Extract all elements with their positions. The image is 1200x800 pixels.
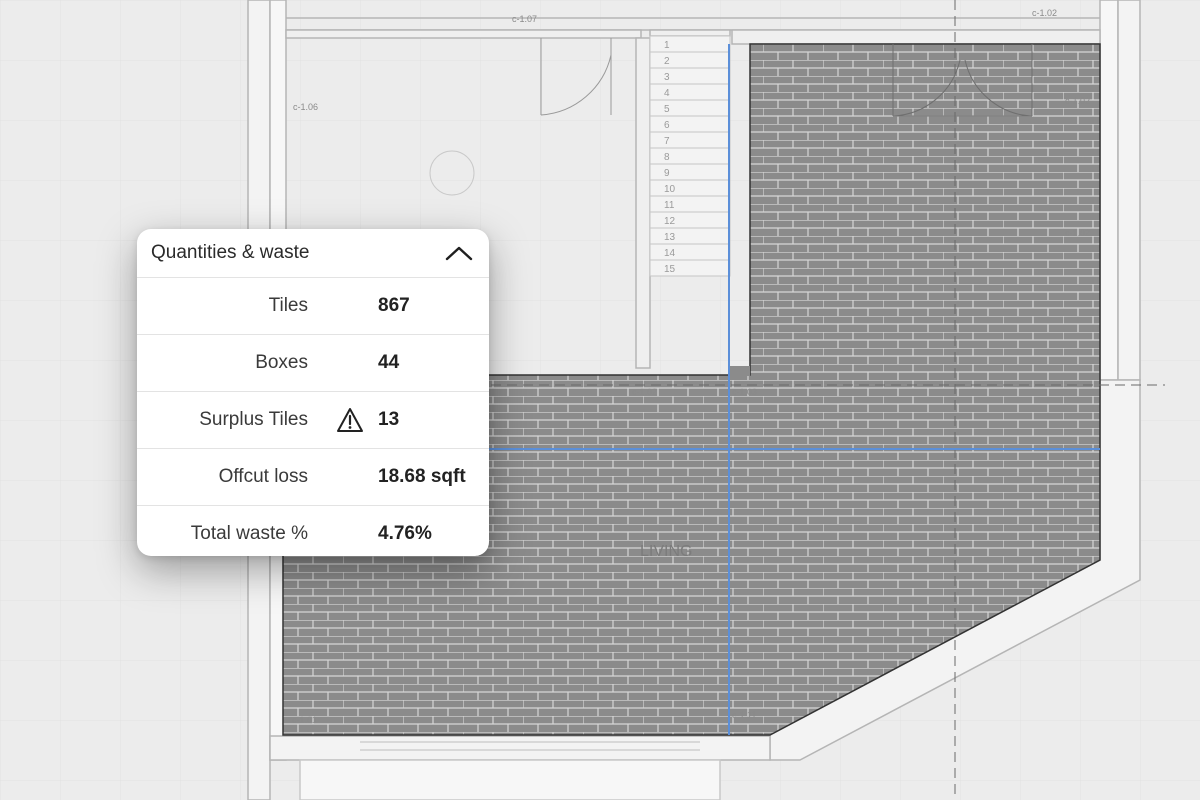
- stair-number: 1: [664, 40, 670, 51]
- room-label: LIVING: [640, 543, 692, 560]
- panel-header[interactable]: Quantities & waste: [137, 229, 489, 277]
- stair-number: 3: [664, 72, 670, 83]
- row-boxes: Boxes 44: [137, 334, 489, 391]
- wall-label: c-1.02: [632, 387, 657, 397]
- row-label: Surplus Tiles: [199, 409, 308, 430]
- wall-label: c-1.06: [293, 102, 318, 112]
- row-label: Tiles: [268, 295, 308, 316]
- wall-label: c-1.03: [732, 387, 757, 397]
- stairs: [649, 35, 731, 277]
- panel-title: Quantities & waste: [151, 242, 310, 263]
- stair-number: 4: [664, 88, 670, 99]
- wall-label: c-1.11: [732, 710, 756, 720]
- row-value: 18.68 sqft: [378, 466, 466, 487]
- wall-label: c-1.02: [1065, 228, 1090, 238]
- row-label: Offcut loss: [218, 466, 308, 487]
- row-label: Total waste %: [190, 523, 308, 544]
- row-total-waste: Total waste % 4.76%: [137, 505, 489, 556]
- collapse-panel-button[interactable]: [443, 239, 475, 267]
- stair-number: 13: [664, 232, 676, 243]
- wall-label: c-1.01: [292, 715, 317, 725]
- stair-number: 12: [664, 216, 676, 227]
- row-offcut-loss: Offcut loss 18.68 sqft: [137, 448, 489, 505]
- stair-number: 5: [664, 104, 670, 115]
- row-surplus-tiles: Surplus Tiles 13: [137, 391, 489, 448]
- stair-number: 2: [664, 56, 670, 67]
- chevron-up-icon: [445, 246, 473, 261]
- row-value: 867: [378, 295, 410, 316]
- stair-number: 15: [664, 264, 676, 275]
- row-value: 4.76%: [378, 523, 432, 544]
- stair-number: 7: [664, 136, 670, 147]
- warning-icon[interactable]: [336, 407, 364, 433]
- row-tiles: Tiles 867: [137, 277, 489, 334]
- wall-label: c-1.02: [1032, 8, 1057, 18]
- stair-number: 11: [664, 200, 675, 211]
- stair-number: 9: [664, 168, 670, 179]
- stair-number: 8: [664, 152, 670, 163]
- quantities-waste-panel: Quantities & waste Tiles 867 Boxes 44 Su…: [137, 229, 489, 556]
- row-value: 13: [378, 409, 400, 430]
- row-value: 44: [378, 352, 400, 373]
- row-label: Boxes: [255, 352, 308, 373]
- stair-number: 6: [664, 120, 670, 131]
- wall-label: c-1.02: [1065, 96, 1090, 106]
- stair-number: 14: [664, 248, 676, 259]
- stair-number: 10: [664, 184, 676, 195]
- wall-label: c-1.07: [512, 14, 537, 24]
